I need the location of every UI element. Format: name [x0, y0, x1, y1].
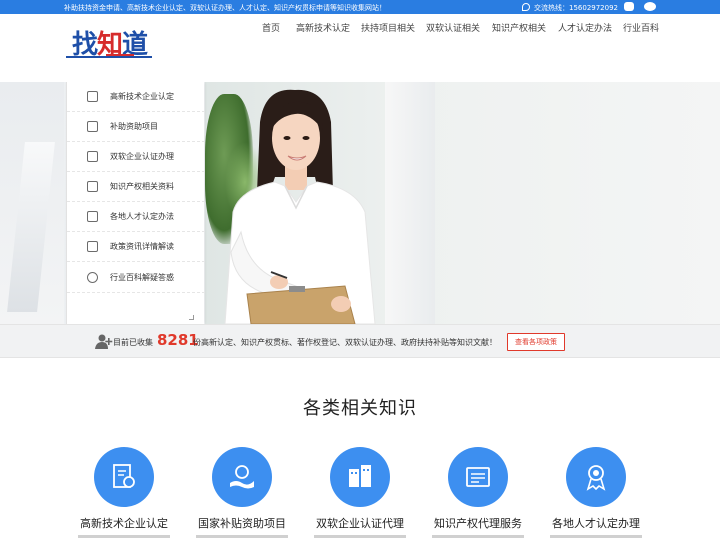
side-menu-label: 补助资助项目 [110, 122, 158, 131]
nav-item-ip[interactable]: 知识产权相关 [492, 21, 546, 34]
certificate-icon [87, 91, 98, 102]
nav-item-hightech[interactable]: 高新技术认定 [296, 21, 350, 34]
section-title: 各类相关知识 [303, 398, 417, 419]
knowledge-card[interactable]: 各地人才认定办理 [540, 447, 650, 540]
nav-item-wiki[interactable]: 行业百科 [623, 21, 659, 34]
side-menu-item[interactable]: 行业百科解疑答惑 [67, 263, 205, 293]
side-menu-item[interactable]: 双软企业认证办理 [67, 142, 205, 172]
card-title: 各地人才认定办理 [552, 517, 640, 530]
side-menu-label: 高新技术企业认定 [110, 92, 174, 101]
software-icon [87, 151, 98, 162]
main-nav: 首页 高新技术认定 扶持项目相关 双软认证相关 知识产权相关 人才认定办法 行业… [0, 21, 720, 35]
subsidy-icon [87, 121, 98, 132]
document-icon [87, 181, 98, 192]
knowledge-card[interactable]: 高新技术企业认定 [68, 447, 178, 540]
phone-icon [522, 3, 530, 11]
card-title: 高新技术企业认定 [80, 517, 168, 530]
card-title: 国家补贴资助项目 [198, 517, 286, 530]
qq-icon[interactable] [624, 2, 634, 11]
side-menu-label: 双软企业认证办理 [110, 152, 174, 161]
side-menu-item[interactable]: 知识产权相关资料 [67, 172, 205, 202]
talent-icon [586, 465, 606, 491]
top-bar: 补助扶持资金申请、高新技术企业认定、双软认证办理、人才认定、知识产权贯标申请等知… [0, 0, 720, 14]
stats-strip: 目前已收集 8281 份高新认定、知识产权贯标、著作权登记、双软认证办理、政府扶… [0, 324, 720, 358]
ip-icon [466, 467, 490, 487]
side-menu-item[interactable]: 补助资助项目 [67, 112, 205, 142]
nav-item-home[interactable]: 首页 [262, 21, 280, 34]
add-user-icon [95, 334, 113, 349]
subsidy-icon [230, 465, 254, 489]
stats-suffix: 份高新认定、知识产权贯标、著作权登记、双软认证办理、政府扶持补贴等知识文献！ [193, 338, 497, 347]
talent-icon [87, 211, 98, 222]
side-menu-item[interactable]: 各地人才认定办法 [67, 202, 205, 232]
certificate-icon [113, 464, 135, 488]
nav-item-talent[interactable]: 人才认定办法 [558, 21, 612, 34]
knowledge-card[interactable]: 国家补贴资助项目 [186, 447, 296, 540]
software-icon [349, 465, 371, 487]
side-menu-label: 行业百科解疑答惑 [110, 273, 174, 282]
wechat-icon[interactable] [644, 2, 656, 11]
card-title: 双软企业认证代理 [316, 517, 404, 530]
nav-item-support[interactable]: 扶持项目相关 [361, 21, 415, 34]
side-menu-label: 各地人才认定办法 [110, 212, 174, 221]
side-menu-label: 知识产权相关资料 [110, 182, 174, 191]
side-menu-item[interactable]: 政策资讯详情解读 [67, 232, 205, 262]
hotline: 交流热线：15602972092 [522, 3, 618, 13]
card-title: 知识产权代理服务 [434, 517, 522, 530]
side-menu: 高新技术企业认定 补助资助项目 双软企业认证办理 知识产权相关资料 各地人才认定… [66, 82, 205, 324]
hero-photo [205, 82, 720, 324]
side-menu-label: 政策资讯详情解读 [110, 242, 174, 251]
side-menu-item[interactable]: 高新技术企业认定 [67, 82, 205, 112]
faq-icon [87, 272, 98, 283]
hotline-label: 交流热线：15602972092 [534, 4, 618, 12]
hero-banner: 高新技术企业认定 补助资助项目 双软企业认证办理 知识产权相关资料 各地人才认定… [0, 82, 720, 324]
nav-item-software[interactable]: 双软认证相关 [426, 21, 480, 34]
view-policies-button[interactable]: 查看各项政策 [507, 333, 565, 351]
site-notice: 补助扶持资金申请、高新技术企业认定、双软认证办理、人才认定、知识产权贯标申请等知… [64, 4, 386, 12]
knowledge-card[interactable]: 双软企业认证代理 [304, 447, 414, 540]
knowledge-card[interactable]: 知识产权代理服务 [422, 447, 532, 540]
woman-with-clipboard-image [224, 89, 376, 324]
stats-prefix: 目前已收集 [113, 338, 153, 347]
corner-arrow-icon [189, 315, 194, 320]
policy-icon [87, 241, 98, 252]
